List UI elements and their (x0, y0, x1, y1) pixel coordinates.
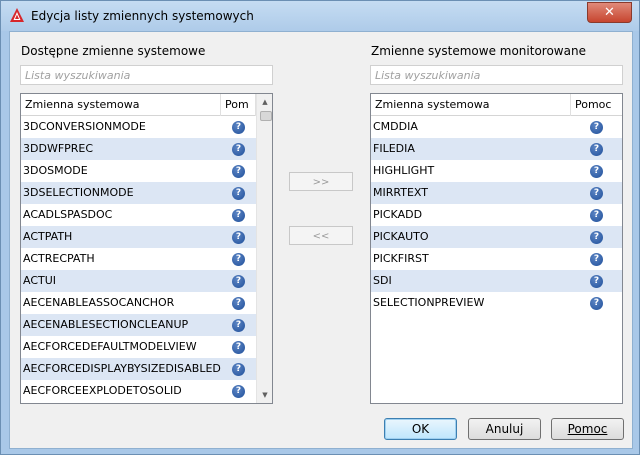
list-item[interactable]: AECFORCEDEFAULTMODELVIEW? (21, 336, 256, 358)
autocad-logo-icon (10, 8, 24, 22)
help-icon[interactable]: ? (232, 363, 245, 376)
variable-name: 3DSELECTIONMODE (23, 186, 134, 199)
list-item[interactable]: SDI? (371, 270, 622, 292)
list-item[interactable]: AECENABLESECTIONCLEANUP? (21, 314, 256, 336)
variable-name: PICKADD (373, 208, 423, 221)
variable-name: CMDDIA (373, 120, 418, 133)
help-icon[interactable]: ? (590, 209, 603, 222)
add-variable-button[interactable]: >> (289, 172, 353, 191)
list-item[interactable]: HIGHLIGHT? (371, 160, 622, 182)
left-column-header-name[interactable]: Zmienna systemowa (21, 94, 221, 116)
left-search-input[interactable]: Lista wyszukiwania (20, 65, 273, 85)
variable-name: ACTRECPATH (23, 252, 95, 265)
list-item[interactable]: PICKAUTO? (371, 226, 622, 248)
list-item[interactable]: MIRRTEXT? (371, 182, 622, 204)
right-column-header-name[interactable]: Zmienna systemowa (371, 94, 571, 116)
left-list-header: Zmienna systemowa Pom (21, 94, 256, 116)
help-icon[interactable]: ? (232, 209, 245, 222)
variable-name: AECENABLEASSOCANCHOR (23, 296, 175, 309)
variable-name: AECFORCEEXPLODETOSOLID (23, 384, 182, 397)
help-icon[interactable]: ? (590, 143, 603, 156)
help-icon[interactable]: ? (590, 297, 603, 310)
help-icon[interactable]: ? (232, 297, 245, 310)
help-button[interactable]: Pomoc (551, 418, 624, 440)
help-icon[interactable]: ? (232, 165, 245, 178)
close-button[interactable]: ✕ (587, 2, 632, 23)
scroll-up-arrow-icon[interactable]: ▲ (257, 94, 272, 110)
list-item[interactable]: 3DCONVERSIONMODE? (21, 116, 256, 138)
variable-name: HIGHLIGHT (373, 164, 435, 177)
variable-name: PICKFIRST (373, 252, 429, 265)
help-icon[interactable]: ? (590, 187, 603, 200)
help-icon[interactable]: ? (232, 143, 245, 156)
list-item[interactable]: SELECTIONPREVIEW? (371, 292, 622, 314)
help-icon[interactable]: ? (232, 275, 245, 288)
available-variables-list: Zmienna systemowa Pom 3DCONVERSIONMODE? 3… (20, 93, 273, 404)
list-item[interactable]: ACTPATH? (21, 226, 256, 248)
list-item[interactable]: 3DSELECTIONMODE? (21, 182, 256, 204)
variable-name: PICKAUTO (373, 230, 429, 243)
remove-variable-button[interactable]: << (289, 226, 353, 245)
variable-name: 3DCONVERSIONMODE (23, 120, 146, 133)
dialog-body: Dostępne zmienne systemowe Lista wyszuki… (9, 31, 633, 449)
variable-name: ACADLSPASDOC (23, 208, 113, 221)
help-icon[interactable]: ? (590, 231, 603, 244)
list-item[interactable]: CMDDIA? (371, 116, 622, 138)
available-variables-label: Dostępne zmienne systemowe (21, 44, 206, 58)
help-icon[interactable]: ? (590, 121, 603, 134)
help-icon[interactable]: ? (232, 319, 245, 332)
monitored-variables-label: Zmienne systemowe monitorowane (371, 44, 586, 58)
variable-name: SDI (373, 274, 392, 287)
help-icon[interactable]: ? (232, 187, 245, 200)
window-title: Edycja listy zmiennych systemowych (31, 9, 254, 23)
help-icon[interactable]: ? (232, 121, 245, 134)
list-item[interactable]: AECFORCEEXPLODETOSOLID? (21, 380, 256, 402)
variable-name: AECFORCEDISPLAYBYSIZEDISABLED (23, 362, 221, 375)
help-icon[interactable]: ? (590, 275, 603, 288)
variable-name: ACTUI (23, 274, 57, 287)
list-item[interactable]: ACADLSPASDOC? (21, 204, 256, 226)
list-item[interactable]: PICKFIRST? (371, 248, 622, 270)
cancel-button[interactable]: Anuluj (468, 418, 541, 440)
scroll-thumb[interactable] (260, 111, 272, 121)
variable-name: SELECTIONPREVIEW (373, 296, 485, 309)
monitored-variables-list: Zmienna systemowa Pomoc CMDDIA? FILEDIA? H… (370, 93, 623, 404)
help-icon[interactable]: ? (590, 165, 603, 178)
right-column-header-help[interactable]: Pomoc (571, 94, 622, 116)
list-item[interactable]: FILEDIA? (371, 138, 622, 160)
variable-name: MIRRTEXT (373, 186, 428, 199)
list-item[interactable]: AECENABLEASSOCANCHOR? (21, 292, 256, 314)
variable-name: AECENABLESECTIONCLEANUP (23, 318, 189, 331)
variable-name: ACTPATH (23, 230, 73, 243)
right-list-header: Zmienna systemowa Pomoc (371, 94, 622, 116)
left-column-header-help[interactable]: Pom (221, 94, 256, 116)
dialog-window: Edycja listy zmiennych systemowych ✕ Dos… (0, 0, 640, 455)
variable-name: 3DDWFPREC (23, 142, 94, 155)
variable-name: FILEDIA (373, 142, 415, 155)
variable-name: AECFORCEDEFAULTMODELVIEW (23, 340, 197, 353)
scroll-down-arrow-icon[interactable]: ▼ (257, 387, 272, 403)
variable-name: 3DOSMODE (23, 164, 88, 177)
list-item[interactable]: ACTUI? (21, 270, 256, 292)
list-item[interactable]: 3DDWFPREC? (21, 138, 256, 160)
help-icon[interactable]: ? (232, 253, 245, 266)
help-icon[interactable]: ? (232, 341, 245, 354)
help-icon[interactable]: ? (590, 253, 603, 266)
ok-button[interactable]: OK (384, 418, 457, 440)
help-icon[interactable]: ? (232, 385, 245, 398)
help-icon[interactable]: ? (232, 231, 245, 244)
right-search-input[interactable]: Lista wyszukiwania (370, 65, 623, 85)
list-item[interactable]: ACTRECPATH? (21, 248, 256, 270)
list-item[interactable]: 3DOSMODE? (21, 160, 256, 182)
list-item[interactable]: PICKADD? (371, 204, 622, 226)
list-item[interactable]: AECFORCEDISPLAYBYSIZEDISABLED? (21, 358, 256, 380)
title-bar[interactable]: Edycja listy zmiennych systemowych ✕ (1, 1, 639, 31)
left-scrollbar[interactable]: ▲ ▼ (256, 94, 272, 403)
